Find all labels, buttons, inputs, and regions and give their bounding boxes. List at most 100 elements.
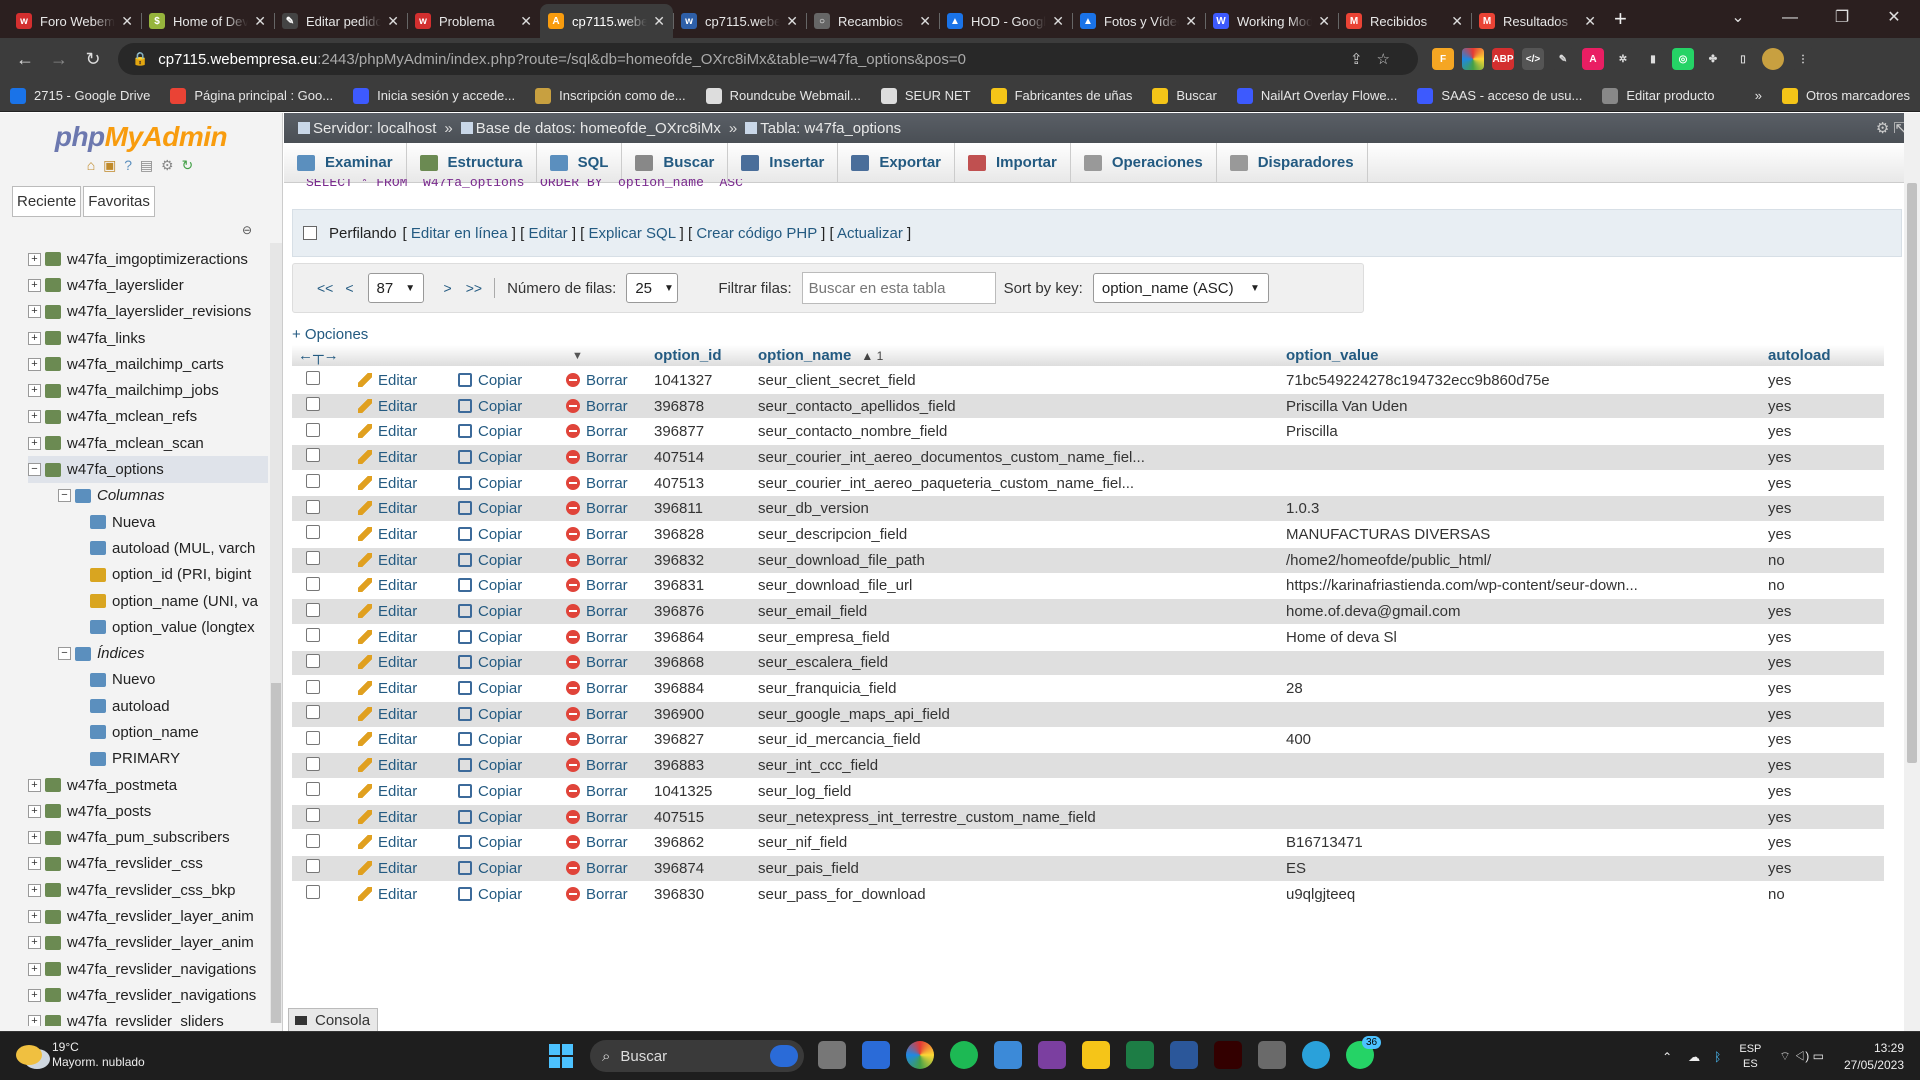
copy-row-button[interactable]: Copiar bbox=[458, 475, 566, 492]
browser-tab[interactable]: Acp7115.webempresa.eu ✕ bbox=[540, 4, 673, 38]
tree-table-item[interactable]: + w47fa_mailchimp_carts bbox=[28, 351, 268, 377]
chrome-icon[interactable] bbox=[906, 1041, 934, 1069]
bookmark-item[interactable]: Roundcube Webmail... bbox=[705, 87, 861, 104]
cell-option-id[interactable]: 396884 bbox=[652, 680, 756, 697]
delete-row-button[interactable]: Borrar bbox=[566, 603, 652, 620]
onenote-icon[interactable] bbox=[1038, 1041, 1066, 1069]
bookmark-item[interactable]: SAAS - acceso de usu... bbox=[1417, 87, 1582, 104]
column-header-autoload[interactable]: autoload bbox=[1766, 347, 1866, 364]
help-icon[interactable]: ? bbox=[124, 157, 134, 173]
tray-overflow-icon[interactable]: ⌃ bbox=[1662, 1050, 1672, 1064]
file-explorer-icon[interactable] bbox=[1082, 1041, 1110, 1069]
cell-option-name[interactable]: seur_int_ccc_field bbox=[756, 757, 1284, 774]
browser-tab[interactable]: M Resultados ✕ bbox=[1471, 4, 1604, 38]
expand-icon[interactable]: + bbox=[28, 331, 41, 345]
copy-row-button[interactable]: Copiar bbox=[458, 834, 566, 851]
close-tab-icon[interactable]: ✕ bbox=[1451, 13, 1463, 30]
share-and-bookmark-icons[interactable]: ⇪☆ bbox=[1350, 50, 1404, 68]
delete-row-button[interactable]: Borrar bbox=[566, 886, 652, 903]
clock[interactable]: 13:29 27/05/2023 bbox=[1844, 1040, 1904, 1074]
cell-autoload[interactable]: yes bbox=[1766, 783, 1866, 800]
copy-row-button[interactable]: Copiar bbox=[458, 552, 566, 569]
edit-row-button[interactable]: Editar bbox=[358, 398, 458, 415]
cell-option-id[interactable]: 407513 bbox=[652, 475, 756, 492]
start-button[interactable] bbox=[549, 1044, 573, 1068]
inline-edit-link[interactable]: Editar en línea bbox=[411, 225, 508, 242]
delete-row-button[interactable]: Borrar bbox=[566, 629, 652, 646]
tab-operaciones[interactable]: Operaciones bbox=[1071, 143, 1217, 182]
browser-tab[interactable]: ○ Recambios ✕ bbox=[806, 4, 939, 38]
bookmark-item[interactable]: Fabricantes de uñas bbox=[990, 87, 1132, 104]
tree-leaf-item[interactable]: autoload (MUL, varch bbox=[28, 535, 268, 561]
delete-row-button[interactable]: Borrar bbox=[566, 680, 652, 697]
telegram-icon[interactable] bbox=[1302, 1041, 1330, 1069]
cell-autoload[interactable]: yes bbox=[1766, 706, 1866, 723]
reload-nav-icon[interactable]: ↻ bbox=[182, 157, 196, 173]
tab-insertar[interactable]: Insertar bbox=[728, 143, 839, 182]
tree-leaf-item[interactable]: PRIMARY bbox=[28, 746, 268, 772]
copy-row-button[interactable]: Copiar bbox=[458, 757, 566, 774]
tab-search-icon[interactable]: ⌄ bbox=[1712, 0, 1764, 38]
expand-icon[interactable]: + bbox=[28, 357, 41, 371]
copy-row-button[interactable]: Copiar bbox=[458, 577, 566, 594]
cell-option-name[interactable]: seur_id_mercancia_field bbox=[756, 731, 1284, 748]
wifi-icon[interactable]: ⌔ ◁) ▭ bbox=[1779, 1049, 1824, 1064]
onedrive-icon[interactable]: ☁ bbox=[1688, 1050, 1700, 1064]
close-tab-icon[interactable]: ✕ bbox=[121, 13, 133, 30]
cell-option-name[interactable]: seur_courier_int_aereo_documentos_custom… bbox=[756, 449, 1284, 466]
cell-option-name[interactable]: seur_netexpress_int_terrestre_custom_nam… bbox=[756, 809, 1284, 826]
expand-icon[interactable]: + bbox=[28, 804, 41, 818]
delete-row-button[interactable]: Borrar bbox=[566, 372, 652, 389]
edit-row-button[interactable]: Editar bbox=[358, 654, 458, 671]
address-bar[interactable]: 🔒 cp7115.webempresa.eu :2443/phpMyAdmin/… bbox=[118, 43, 1418, 75]
collapse-icon[interactable]: − bbox=[58, 489, 71, 503]
cell-autoload[interactable]: yes bbox=[1766, 860, 1866, 877]
column-header-option-value[interactable]: option_value bbox=[1284, 347, 1766, 364]
cell-option-name[interactable]: seur_contacto_nombre_field bbox=[756, 423, 1284, 440]
cell-option-id[interactable]: 396831 bbox=[652, 577, 756, 594]
avatar[interactable] bbox=[1762, 48, 1784, 70]
nav-scrollbar[interactable] bbox=[270, 243, 282, 1023]
weather-widget[interactable]: 19°C Mayorm. nublado bbox=[16, 1040, 145, 1070]
cell-option-name[interactable]: seur_nif_field bbox=[756, 834, 1284, 851]
copy-row-button[interactable]: Copiar bbox=[458, 654, 566, 671]
tree-table-item[interactable]: + w47fa_imgoptimizeractions bbox=[28, 246, 268, 272]
cell-option-name[interactable]: seur_download_file_path bbox=[756, 552, 1284, 569]
cell-option-id[interactable]: 1041325 bbox=[652, 783, 756, 800]
cell-autoload[interactable]: yes bbox=[1766, 629, 1866, 646]
cell-option-value[interactable]: Priscilla bbox=[1284, 423, 1766, 440]
tree-table-item[interactable]: + w47fa_layerslider_revisions bbox=[28, 299, 268, 325]
extension-icon[interactable]: ✎ bbox=[1552, 48, 1574, 70]
profiling-checkbox[interactable] bbox=[303, 226, 317, 240]
delete-row-button[interactable]: Borrar bbox=[566, 423, 652, 440]
cell-option-id[interactable]: 396827 bbox=[652, 731, 756, 748]
row-checkbox[interactable] bbox=[306, 782, 320, 797]
tree-group-item[interactable]: − Índices bbox=[28, 640, 268, 666]
expand-icon[interactable]: + bbox=[28, 278, 41, 292]
row-checkbox[interactable] bbox=[306, 705, 320, 720]
copy-row-button[interactable]: Copiar bbox=[458, 423, 566, 440]
home-icon[interactable]: ⌂ bbox=[87, 157, 97, 173]
copy-row-button[interactable]: Copiar bbox=[458, 398, 566, 415]
extension-icon[interactable]: A bbox=[1582, 48, 1604, 70]
tree-table-item[interactable]: + w47fa_mailchimp_jobs bbox=[28, 377, 268, 403]
browser-tab[interactable]: w Problema ✕ bbox=[407, 4, 540, 38]
cell-option-name[interactable]: seur_pass_for_download bbox=[756, 886, 1284, 903]
tree-table-item[interactable]: + w47fa_posts bbox=[28, 798, 268, 824]
delete-row-button[interactable]: Borrar bbox=[566, 706, 652, 723]
delete-row-button[interactable]: Borrar bbox=[566, 783, 652, 800]
bookmark-item[interactable]: NailArt Overlay Flowe... bbox=[1236, 87, 1397, 104]
browser-tab[interactable]: ▲ Fotos y Vídeos ✕ bbox=[1072, 4, 1205, 38]
spotify-icon[interactable] bbox=[950, 1041, 978, 1069]
tree-table-item[interactable]: + w47fa_revslider_css bbox=[28, 851, 268, 877]
other-bookmarks[interactable]: Otros marcadores bbox=[1781, 87, 1910, 104]
expand-icon[interactable]: + bbox=[28, 778, 41, 792]
cell-option-value[interactable]: home.of.deva@gmail.com bbox=[1284, 603, 1766, 620]
close-tab-icon[interactable]: ✕ bbox=[1318, 13, 1330, 30]
bookmark-item[interactable]: Inicia sesión y accede... bbox=[353, 87, 515, 104]
expand-icon[interactable]: + bbox=[28, 1015, 41, 1026]
row-checkbox[interactable] bbox=[306, 602, 320, 617]
close-tab-icon[interactable]: ✕ bbox=[786, 13, 798, 30]
menu-icon[interactable]: ⋮ bbox=[1792, 48, 1814, 70]
edit-row-button[interactable]: Editar bbox=[358, 372, 458, 389]
